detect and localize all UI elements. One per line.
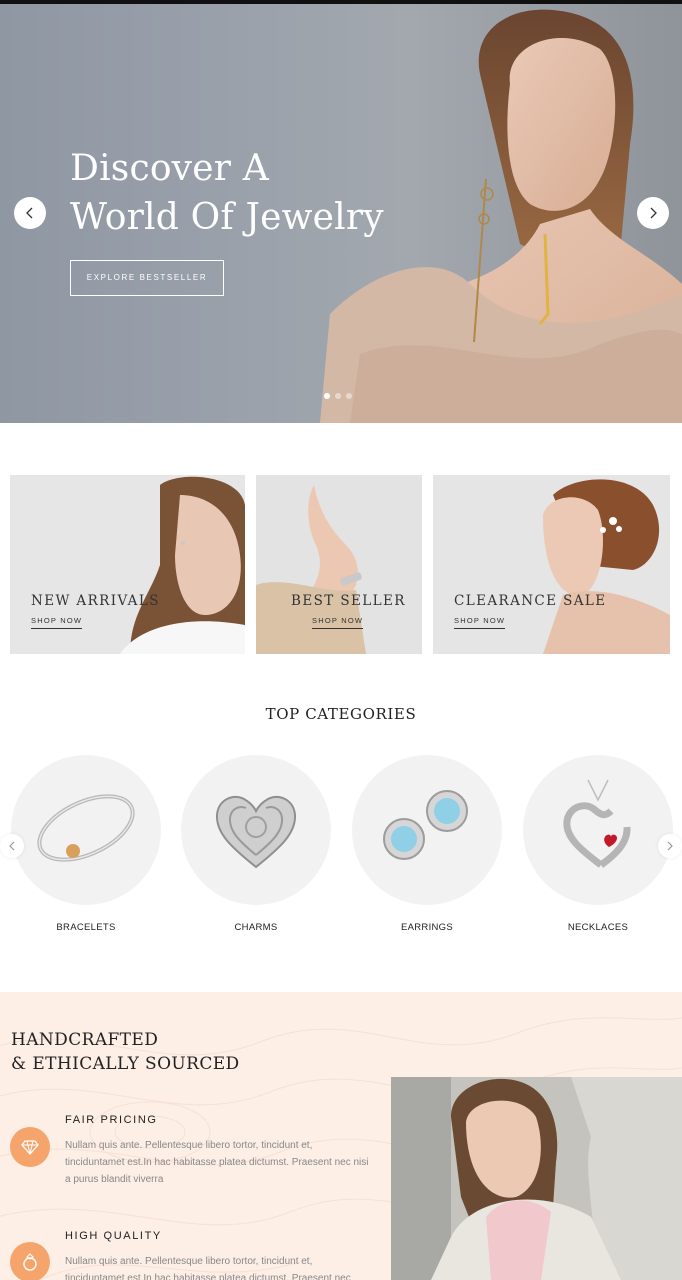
hero-prev-button[interactable] xyxy=(14,197,46,229)
high-quality-heading: HIGH QUALITY xyxy=(65,1230,162,1242)
hero-title-line2: World Of Jewelry xyxy=(70,197,384,238)
category-earrings[interactable] xyxy=(352,755,502,905)
slider-dot-2[interactable] xyxy=(335,393,341,399)
slider-dot-1[interactable] xyxy=(324,393,330,399)
hero-next-button[interactable] xyxy=(637,197,669,229)
category-bracelets[interactable] xyxy=(11,755,161,905)
slider-dots xyxy=(324,393,352,399)
top-categories-title: TOP CATEGORIES xyxy=(265,705,417,723)
banner-clearance-sale-link[interactable]: SHOP NOW xyxy=(454,616,506,629)
category-charms[interactable] xyxy=(181,755,331,905)
handcrafted-title-line1: HANDCRAFTED xyxy=(11,1030,159,1050)
slider-dot-3[interactable] xyxy=(346,393,352,399)
category-necklaces[interactable] xyxy=(523,755,673,905)
handcrafted-model-photo xyxy=(391,1077,682,1280)
high-quality-badge xyxy=(10,1242,50,1280)
chevron-right-icon xyxy=(650,207,657,219)
banner-clearance-sale-title: CLEARANCE SALE xyxy=(454,593,607,609)
chevron-left-icon xyxy=(9,841,15,851)
hero-title: Discover A World Of Jewelry xyxy=(70,144,390,242)
high-quality-text: Nullam quis ante. Pellentesque libero to… xyxy=(65,1256,351,1280)
categories-prev-button[interactable] xyxy=(0,834,24,858)
heart-necklace-icon xyxy=(563,779,631,868)
banner-new-arrivals-title: NEW ARRIVALS xyxy=(31,593,160,609)
hero-title-line1: Discover A xyxy=(70,148,269,189)
earrings-icon xyxy=(383,790,468,860)
category-earrings-label: EARRINGS xyxy=(400,922,454,933)
woman-portrait-photo xyxy=(391,1077,682,1280)
banner-clearance-sale[interactable]: CLEARANCE SALE SHOP NOW xyxy=(433,475,670,654)
chevron-right-icon xyxy=(667,841,673,851)
banner-best-seller-link[interactable]: SHOP NOW xyxy=(312,616,364,629)
hero-slider: Discover A World Of Jewelry EXPLORE BEST… xyxy=(0,4,682,423)
fair-pricing-heading: FAIR PRICING xyxy=(65,1114,158,1126)
bracelet-icon xyxy=(37,794,135,862)
explore-bestseller-button[interactable]: EXPLORE BESTSELLER xyxy=(70,260,224,296)
diamond-icon xyxy=(21,1140,39,1155)
handcrafted-title: HANDCRAFTED & ETHICALLY SOURCED xyxy=(11,1028,240,1076)
category-charms-label: CHARMS xyxy=(234,922,278,933)
category-bracelets-label: BRACELETS xyxy=(56,922,116,933)
banner-new-arrivals-link[interactable]: SHOP NOW xyxy=(31,616,83,629)
fair-pricing-text: Nullam quis ante. Pellentesque libero to… xyxy=(65,1140,369,1185)
banner-best-seller-title: BEST SELLER xyxy=(291,593,406,609)
categories-next-button[interactable] xyxy=(658,834,682,858)
banner-new-arrivals[interactable]: NEW ARRIVALS SHOP NOW xyxy=(10,475,245,654)
fair-pricing-badge xyxy=(10,1127,50,1167)
banner-best-seller[interactable]: BEST SELLER SHOP NOW xyxy=(256,475,422,654)
ring-icon xyxy=(23,1253,37,1271)
handcrafted-title-line2: & ETHICALLY SOURCED xyxy=(11,1054,240,1074)
handcrafted-section: HANDCRAFTED & ETHICALLY SOURCED FAIR PRI… xyxy=(0,992,682,1280)
heart-charm-icon xyxy=(215,795,297,869)
chevron-left-icon xyxy=(26,207,33,219)
category-necklaces-label: NECKLACES xyxy=(567,922,629,933)
